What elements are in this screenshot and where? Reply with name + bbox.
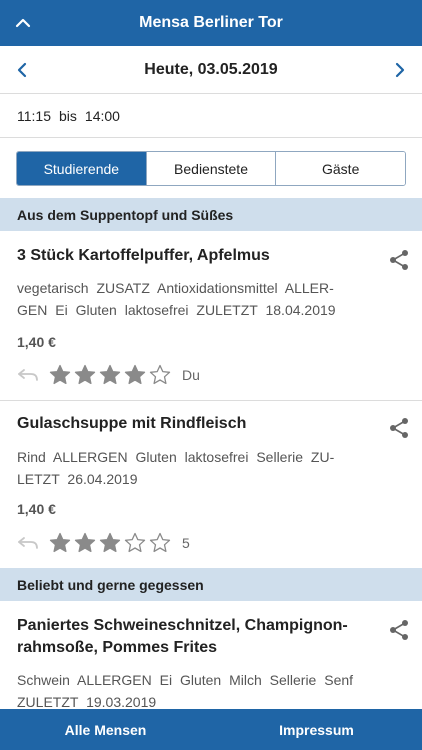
app-header: Mensa Berliner Tor [0,0,422,46]
chevron-up-icon[interactable] [12,12,34,34]
bottom-navigation: Alle Mensen Impressum [0,709,422,750]
meal-price: 1,40 € [17,501,56,517]
star-filled-icon[interactable] [99,364,121,386]
star-filled-icon[interactable] [49,532,71,554]
star-empty-icon[interactable] [124,532,146,554]
chevron-right-icon[interactable] [390,60,410,80]
meal-name: 3 Stück Kartoffelpuffer, Apfelmus [17,247,270,264]
segment-gaeste[interactable]: Gäste [276,152,405,185]
undo-icon[interactable] [17,532,41,554]
star-filled-icon[interactable] [74,364,96,386]
hours-to: 14:00 [84,107,120,124]
meal-price: 1,40 € [17,334,56,350]
date-navigation: Heute, 03.05.2019 [0,46,422,94]
hours-from: 11:15 [17,107,51,124]
chevron-left-icon[interactable] [12,60,32,80]
opening-hours: 11:15 bis 14:00 [0,94,422,138]
hours-separator: bis [59,107,77,124]
page-title: Mensa Berliner Tor [139,14,283,31]
meal-tags: Rind ALLERGEN Gluten laktosefrei Selleri… [17,449,335,487]
section-header: Beliebt und gerne gegessen [0,568,422,601]
star-filled-icon[interactable] [124,364,146,386]
current-date: Heute, 03.05.2019 [144,60,278,78]
share-icon[interactable] [388,417,410,439]
segment-bedienstete[interactable]: Bedienstete [146,152,277,185]
star-rating [49,364,174,386]
star-filled-icon[interactable] [49,364,71,386]
rating-count: 5 [182,535,190,551]
share-icon[interactable] [388,249,410,271]
meal-tags: Schwein ALLERGEN Ei Gluten Milch Selleri… [17,672,354,710]
divider [0,400,422,401]
rating: Du [17,364,200,386]
meal-name: Paniertes Schweineschnitzel, Champignon-… [17,617,348,656]
rating: 5 [17,532,190,554]
meal-name: Gulaschsuppe mit Rindfleisch [17,415,247,432]
segment-studierende[interactable]: Studierende [17,152,147,185]
star-filled-icon[interactable] [99,532,121,554]
star-rating [49,532,174,554]
price-group-selector: Studierende Bedienstete Gäste [16,151,406,186]
rating-label: Du [182,367,200,383]
star-empty-icon[interactable] [149,364,171,386]
tab-impressum[interactable]: Impressum [211,709,422,750]
star-filled-icon[interactable] [74,532,96,554]
share-icon[interactable] [388,619,410,641]
undo-icon[interactable] [17,364,41,386]
star-empty-icon[interactable] [149,532,171,554]
tab-alle-mensen[interactable]: Alle Mensen [0,709,211,750]
meal-tags: vegetarisch ZUSATZ Antioxidationsmittel … [17,280,336,318]
section-header: Aus dem Suppentopf und Süßes [0,198,422,231]
